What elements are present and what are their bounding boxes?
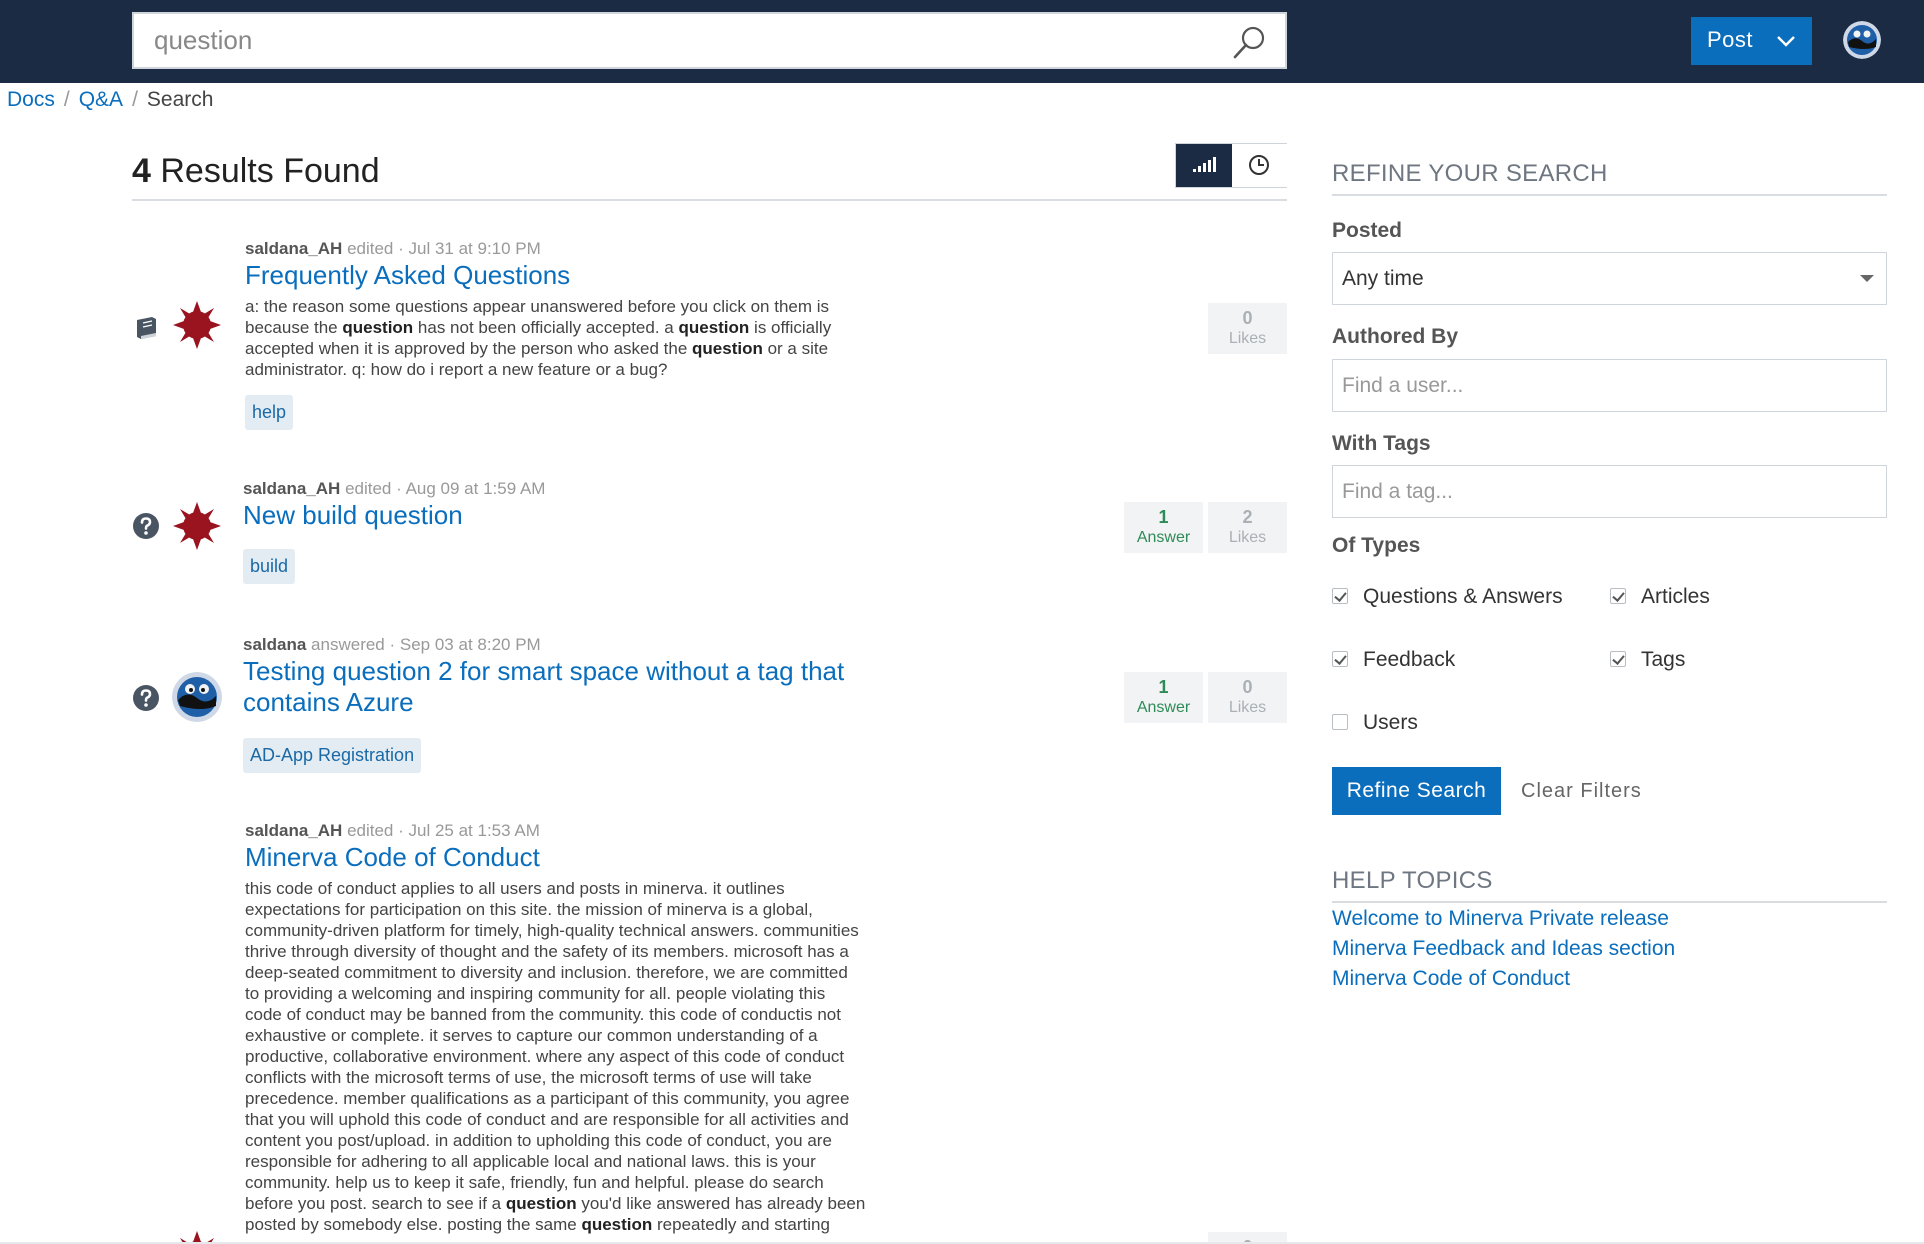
- help-topics-list: Welcome to Minerva Private release Miner…: [1332, 904, 1675, 994]
- checkbox-label: Users: [1363, 711, 1418, 734]
- signal-bars-icon: [1193, 157, 1216, 172]
- checkbox-label: Articles: [1641, 585, 1710, 608]
- authored-by-label: Authored By: [1332, 325, 1458, 348]
- search-input[interactable]: [154, 14, 1214, 67]
- author-avatar[interactable]: [172, 300, 222, 350]
- chevron-down-icon: [1774, 29, 1798, 53]
- checkbox[interactable]: [1332, 714, 1348, 730]
- result-action: answered: [311, 635, 385, 654]
- author-name[interactable]: saldana_AH: [243, 479, 340, 498]
- result-action: edited: [345, 479, 392, 498]
- checkbox-label: Feedback: [1363, 648, 1456, 671]
- of-types-label: Of Types: [1332, 534, 1421, 557]
- dropdown-caret-icon: [1860, 275, 1874, 282]
- results-header: 4 Results Found: [132, 143, 1287, 201]
- result-date: · Sep 03 at 8:20 PM: [389, 635, 541, 654]
- author-name[interactable]: saldana: [243, 635, 306, 654]
- author-name[interactable]: saldana_AH: [245, 239, 342, 258]
- author-avatar[interactable]: [172, 672, 222, 722]
- results-label: Results Found: [160, 152, 380, 190]
- author-name[interactable]: saldana_AH: [245, 821, 342, 840]
- results-count: 4: [132, 152, 151, 190]
- post-button[interactable]: Post: [1691, 17, 1812, 65]
- user-avatar-menu[interactable]: [1843, 21, 1881, 59]
- result-meta: saldana answered · Sep 03 at 8:20 PM: [243, 635, 541, 655]
- results-count-title: 4 Results Found: [132, 152, 380, 191]
- checkbox[interactable]: [1332, 651, 1348, 667]
- sort-by-recent-button[interactable]: [1232, 144, 1287, 187]
- posted-label: Posted: [1332, 219, 1403, 242]
- question-circle-icon: [132, 512, 160, 540]
- with-tags-label: With Tags: [1332, 432, 1431, 455]
- post-button-label: Post: [1707, 27, 1754, 52]
- checkbox-label: Tags: [1641, 648, 1686, 671]
- checkbox-label: Questions & Answers: [1363, 585, 1563, 608]
- help-link[interactable]: Minerva Feedback and Ideas section: [1332, 934, 1675, 964]
- help-link[interactable]: Welcome to Minerva Private release: [1332, 904, 1675, 934]
- search-icon[interactable]: [1231, 23, 1269, 61]
- refine-heading: REFINE YOUR SEARCH: [1332, 160, 1887, 196]
- result-meta: saldana_AH edited · Jul 31 at 9:10 PM: [245, 239, 541, 259]
- sort-by-votes-button[interactable]: [1176, 144, 1232, 187]
- tag-chip[interactable]: AD-App Registration: [243, 738, 422, 773]
- tag-search-input[interactable]: [1332, 465, 1887, 518]
- result-item: saldana_AH edited · Aug 09 at 1:59 AM Ne…: [132, 476, 1287, 606]
- breadcrumb-qa-link[interactable]: Q&A: [79, 88, 123, 111]
- breadcrumb-current: Search: [146, 88, 214, 111]
- tag-chip[interactable]: help: [245, 395, 294, 430]
- checkbox[interactable]: [1610, 651, 1626, 667]
- result-title-line: Testing question 2 for smart space witho…: [243, 656, 845, 686]
- result-action: edited: [347, 821, 394, 840]
- answers-count: 1 Answer: [1124, 502, 1203, 553]
- book-icon: [132, 314, 160, 342]
- answers-count: 1 Answer: [1124, 672, 1203, 723]
- result-title-link[interactable]: Frequently Asked Questions: [245, 260, 570, 291]
- help-link[interactable]: Minerva Code of Conduct: [1332, 964, 1675, 994]
- likes-count: 0 Likes: [1208, 672, 1287, 723]
- top-navigation-bar: Post: [0, 0, 1924, 83]
- likes-count: 0: [1208, 1232, 1287, 1242]
- result-date: · Jul 31 at 9:10 PM: [398, 239, 541, 258]
- breadcrumb: Docs / Q&A / Search: [7, 88, 213, 112]
- result-title-line: contains Azure: [243, 687, 414, 717]
- result-excerpt: a: the reason some questions appear unan…: [245, 297, 832, 379]
- result-title-link[interactable]: Minerva Code of Conduct: [245, 842, 540, 873]
- clock-icon: [1249, 155, 1269, 175]
- search-box: [132, 12, 1287, 69]
- checkbox[interactable]: [1332, 588, 1348, 604]
- result-item: saldana_AH edited · Jul 25 at 1:53 AM Mi…: [132, 818, 1287, 1242]
- posted-select-value: Any time: [1342, 267, 1424, 290]
- result-title-link[interactable]: Testing question 2 for smart space witho…: [243, 656, 844, 718]
- result-date: · Jul 25 at 1:53 AM: [398, 821, 540, 840]
- author-avatar[interactable]: [172, 1230, 222, 1242]
- result-excerpt: this code of conduct applies to all user…: [245, 879, 866, 1234]
- question-circle-icon: [132, 684, 160, 712]
- author-search-input[interactable]: [1332, 359, 1887, 412]
- help-topics-heading: HELP TOPICS: [1332, 867, 1887, 903]
- author-avatar[interactable]: [172, 501, 222, 551]
- breadcrumb-separator: /: [63, 88, 70, 111]
- checkbox[interactable]: [1610, 588, 1626, 604]
- refine-sidebar: REFINE YOUR SEARCH Posted Any time Autho…: [1332, 160, 1887, 990]
- result-meta: saldana_AH edited · Aug 09 at 1:59 AM: [243, 479, 545, 499]
- likes-count: 2 Likes: [1208, 502, 1287, 553]
- tag-chip[interactable]: build: [243, 549, 296, 584]
- breadcrumb-separator: /: [132, 88, 138, 111]
- result-item: saldana_AH edited · Jul 31 at 9:10 PM Fr…: [132, 236, 1287, 436]
- result-meta: saldana_AH edited · Jul 25 at 1:53 AM: [245, 821, 540, 841]
- result-date: · Aug 09 at 1:59 AM: [396, 479, 546, 498]
- breadcrumb-docs-link[interactable]: Docs: [7, 88, 55, 111]
- result-item: saldana answered · Sep 03 at 8:20 PM Tes…: [132, 632, 1287, 782]
- posted-select[interactable]: Any time: [1332, 252, 1887, 305]
- refine-search-button[interactable]: Refine Search: [1332, 767, 1501, 815]
- clear-filters-button[interactable]: Clear Filters: [1521, 767, 1642, 815]
- result-action: edited: [347, 239, 394, 258]
- result-title-link[interactable]: New build question: [243, 500, 463, 531]
- likes-count: 0 Likes: [1208, 303, 1287, 354]
- sort-toggle: [1175, 143, 1287, 188]
